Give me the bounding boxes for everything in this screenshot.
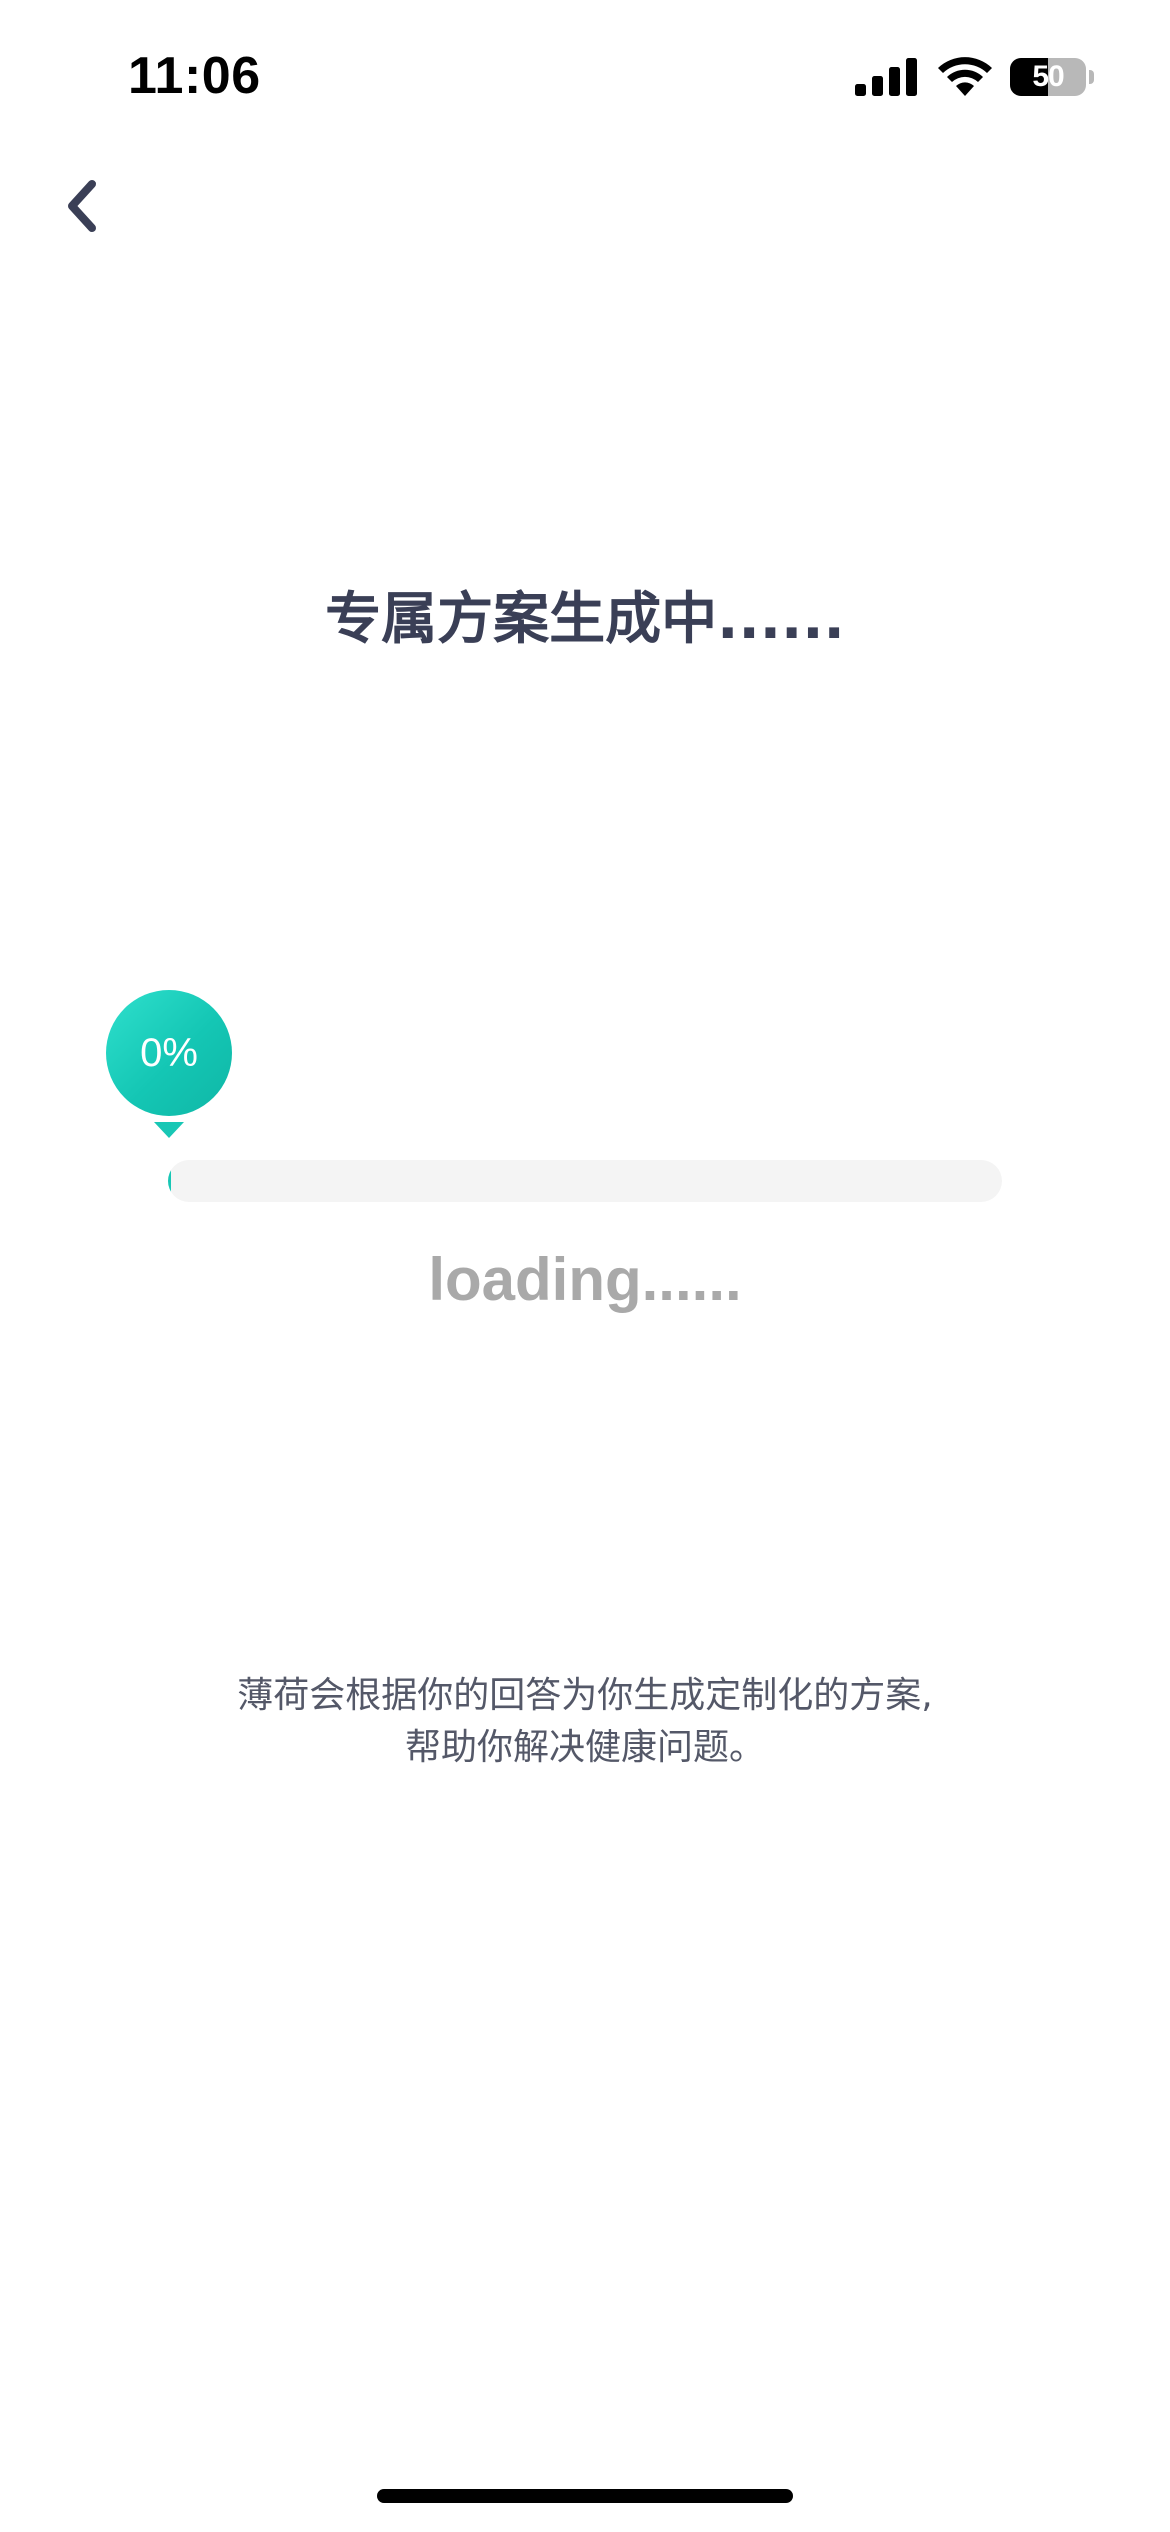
description-line: 帮助你解决健康问题。 — [404, 1727, 765, 1768]
page-title: 专属方案生成中...... — [325, 587, 845, 652]
description: 薄荷会根据你的回答为你生成定制化的方案, 帮助你解决健康问题。 — [0, 1670, 1170, 1774]
battery-icon: 50 — [1010, 58, 1094, 96]
battery-body: 50 — [1010, 58, 1086, 96]
back-button[interactable] — [52, 170, 122, 240]
wifi-icon — [938, 57, 992, 96]
progress-bubble: 0% — [106, 990, 232, 1116]
chevron-left-icon — [68, 180, 96, 232]
home-indicator[interactable] — [377, 2489, 793, 2503]
bubble-pointer — [154, 1122, 184, 1138]
progress-percent: 0% — [140, 1031, 198, 1075]
battery-level: 50 — [1032, 60, 1064, 93]
progress-fill — [168, 1160, 171, 1202]
battery-cap — [1089, 70, 1094, 84]
loading-text: loading...... — [428, 1246, 742, 1313]
status-time: 11:06 — [128, 47, 261, 105]
status-bar: 11:06 50 — [0, 0, 1170, 150]
signal-icon — [855, 58, 917, 96]
description-line: 薄荷会根据你的回答为你生成定制化的方案, — [237, 1675, 933, 1716]
progress-bar — [168, 1160, 1002, 1202]
